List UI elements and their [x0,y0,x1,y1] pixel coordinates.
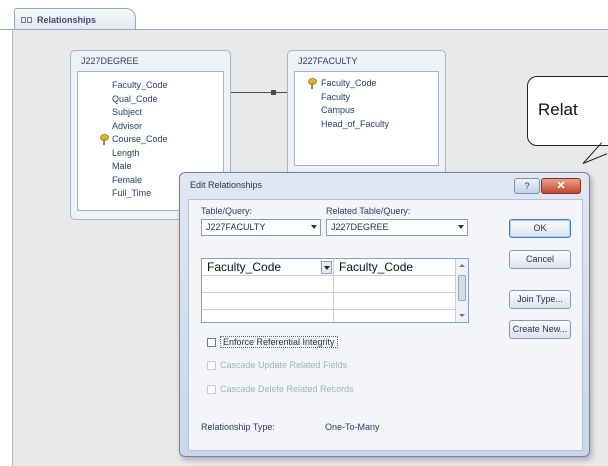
tab-relationships[interactable]: Relationships [14,8,136,30]
grid-cell-left[interactable] [202,293,332,310]
tab-relationships-label: Relationships [37,14,97,25]
relationship-type-label: Relationship Type: [201,422,275,432]
field-item[interactable]: Advisor [78,120,223,134]
dialog-title: Edit Relationships [190,180,263,190]
cascade-update-checkbox[interactable]: Cascade Update Related Fields [207,360,347,370]
field-item[interactable]: Course_Code [78,133,223,147]
relationship-type-value: One-To-Many [325,422,380,432]
callout-text: Relat [538,100,578,119]
relationship-join-marker [271,90,276,95]
close-button[interactable]: ✕ [541,178,581,194]
grid-row[interactable] [202,276,464,293]
cascade-delete-checkbox[interactable]: Cascade Delete Related Records [207,384,354,394]
help-button[interactable]: ? [514,178,540,194]
ok-button[interactable]: OK [509,219,571,238]
cascade-delete-label: Cascade Delete Related Records [220,384,354,394]
field-item[interactable]: Head_of_Faculty [295,118,438,132]
grid-row[interactable] [202,293,464,310]
table-box-faculty[interactable]: J227FACULTY Faculty_Code Faculty Campus … [287,50,446,175]
cancel-button[interactable]: Cancel [509,250,571,269]
grid-cell-left[interactable]: Faculty_Code [202,259,320,276]
table-title: J227DEGREE [81,56,139,66]
checkbox-box[interactable] [207,384,216,394]
field-item[interactable]: Faculty [295,91,438,105]
relationships-icon [21,16,33,24]
related-table-query-select[interactable]: J227DEGREE [326,219,468,236]
chevron-down-icon [311,225,317,229]
field-item[interactable]: Qual_Code [78,93,223,107]
field-item[interactable]: Length [78,147,223,161]
primary-key-icon [308,78,317,89]
scroll-up-icon[interactable] [459,264,465,267]
checkbox-box[interactable] [207,337,216,347]
relationship-join-line[interactable] [231,92,287,93]
primary-key-icon [100,134,109,145]
chevron-down-icon [458,225,464,229]
table-query-select[interactable]: J227FACULTY [201,219,321,236]
checkbox-box[interactable] [207,360,216,370]
join-type-button[interactable]: Join Type... [509,290,571,309]
scroll-thumb[interactable] [458,275,466,301]
field-item[interactable]: Faculty_Code [78,79,223,93]
edit-relationships-dialog: Edit Relationships ? ✕ Table/Query: Rela… [179,172,590,457]
create-new-button[interactable]: Create New... [509,320,571,339]
grid-cell-right[interactable] [334,276,464,293]
callout-box: Relat [527,76,608,146]
grid-row[interactable]: Faculty_Code Faculty_Code [202,259,464,276]
enforce-integrity-checkbox[interactable]: Enforce Referential Integrity [207,336,338,348]
scroll-down-icon[interactable] [459,314,465,317]
grid-cell-right[interactable] [334,293,464,310]
field-list[interactable]: Faculty_Code Faculty Campus Head_of_Facu… [294,71,439,166]
field-mapping-grid[interactable]: Faculty_Code Faculty_Code [201,258,469,324]
table-title: J227FACULTY [298,56,358,66]
table-query-label: Table/Query: [201,206,253,216]
relationships-window: Relationships J227DEGREE Faculty_Code Qu… [0,0,608,466]
enforce-integrity-label: Enforce Referential Integrity [220,336,338,348]
field-item[interactable]: Faculty_Code [295,77,438,91]
grid-cell-left[interactable] [202,276,332,293]
dialog-body: Table/Query: Related Table/Query: J227FA… [188,199,583,451]
field-item[interactable]: Campus [295,104,438,118]
chevron-down-icon[interactable] [321,261,332,274]
grid-cell-right[interactable]: Faculty_Code [334,259,464,276]
field-item[interactable]: Subject [78,106,223,120]
related-table-query-label: Related Table/Query: [326,206,411,216]
grid-scrollbar[interactable] [455,259,468,322]
cascade-update-label: Cascade Update Related Fields [220,360,348,370]
